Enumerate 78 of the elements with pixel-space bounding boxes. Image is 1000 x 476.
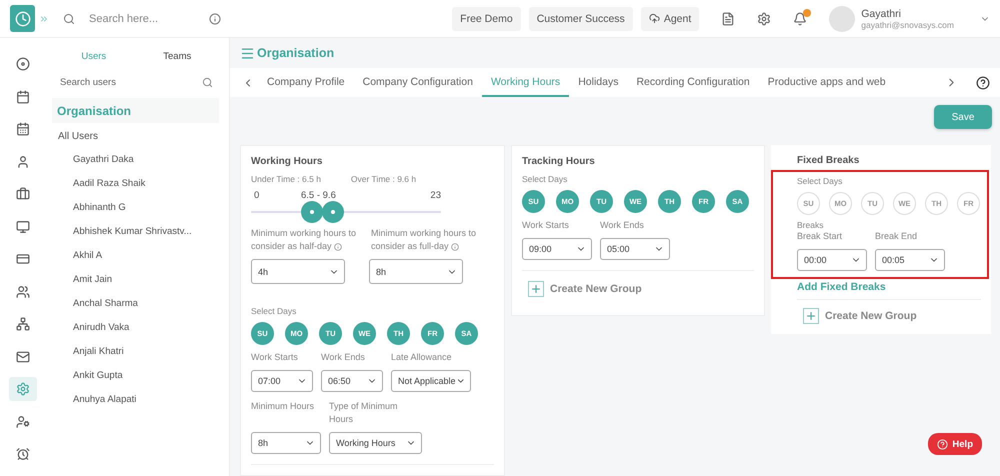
plus-icon [528,281,544,297]
user-item[interactable]: Anchal Sharma [52,292,219,316]
menu-icon[interactable] [240,46,255,60]
user-item[interactable]: Anirudh Vaka [52,316,219,340]
search-icon[interactable] [63,12,75,24]
user-item[interactable]: Ankit Gupta [52,364,219,388]
user-name: Gayathri [861,8,902,20]
field-label: Type of Minimum Hours [329,400,399,426]
cloud-icon [648,13,660,24]
user-item[interactable]: Anuhya Alapati [52,388,219,412]
user-item[interactable]: Anjali Khatri [52,340,219,364]
plus-icon [803,308,819,324]
tab[interactable]: Company Profile [258,68,354,97]
section-label: Select Days [522,174,568,184]
field-label: Minimum working hours to consider as full-day [371,227,478,253]
user-item[interactable]: Abhinanth G [52,196,219,220]
field-label: Late Allowance [391,351,453,364]
search-field[interactable]: Search here... [87,12,197,26]
dropdown[interactable]: 05:00 [600,238,670,260]
section-label: Select Days [251,306,298,316]
agent-button[interactable]: Agent [640,6,700,30]
dropdown[interactable]: 8h [251,432,321,454]
dropdown[interactable]: 00:00 [797,249,867,271]
slider-range: 6.5 - 9.6 [301,190,337,201]
user-item[interactable]: Aadil Raza Shaik [52,172,219,196]
dropdown[interactable]: 09:00 [522,238,592,260]
slider-min: 0 [253,190,260,201]
dropdown[interactable]: Not Applicable [391,370,471,392]
dropdown[interactable]: 4h [251,259,345,284]
over-time: Over Time : 9.6 h [350,174,416,184]
section-label: Breaks [797,220,824,230]
help-icon [937,438,948,450]
tab[interactable]: Holidays [569,68,628,97]
field-label: Break End [875,230,918,243]
header-button[interactable]: Free Demo [452,6,521,30]
header-button[interactable]: Customer Success [528,6,633,30]
user-item[interactable]: Gayathri Daka [52,148,219,172]
user-item[interactable]: Amit Jain [52,268,219,292]
user-item[interactable]: Abhishek Kumar Shrivastv... [52,220,219,244]
user-item[interactable]: Akhil A [52,244,219,268]
under-time: Under Time : 6.5 h [251,174,321,184]
slider-thumb[interactable] [322,201,344,223]
card-title: Tracking Hours [522,156,596,167]
dropdown[interactable]: 00:05 [875,249,945,271]
search-icon[interactable] [202,76,213,88]
dropdown[interactable]: 06:50 [321,370,383,392]
dropdown[interactable]: Working Hours [329,432,422,454]
info-icon[interactable] [334,242,342,251]
page-title: Organisation [257,46,334,60]
section-label: Select Days [797,176,844,186]
help-button[interactable]: Help [928,433,982,455]
field-label: Work Ends [321,351,366,364]
slider-thumb[interactable] [300,201,323,223]
user-email: gayathri@snovasys.com [861,20,954,30]
field-label: Work Starts [251,351,299,364]
slider-max: 23 [430,190,441,201]
dropdown[interactable]: 8h [369,259,463,284]
field-label: Work Starts [522,219,570,232]
info-icon[interactable] [209,12,221,24]
field-label: Break Start [797,230,844,243]
info-icon[interactable] [451,242,460,251]
avatar [829,6,856,32]
card-title: Fixed Breaks [797,155,860,166]
tab[interactable]: Productive apps and web [758,68,895,97]
sidebar-tab[interactable]: Teams [136,50,219,62]
dropdown[interactable]: 07:00 [251,370,313,392]
field-label: Minimum Hours [251,400,316,413]
tab[interactable]: Recording Configuration [627,68,759,97]
document-icon[interactable] [721,12,736,26]
field-label: Work Ends [600,219,645,232]
create-group-button[interactable]: Create New Group [797,308,981,324]
tab[interactable]: Company Configuration [354,68,482,97]
card-title: Working Hours [251,156,324,167]
field-label: Minimum working hours to consider as half-day [251,227,358,253]
app-logo[interactable] [10,5,35,32]
create-group-button[interactable]: Create New Group [522,281,754,297]
group-label[interactable]: All Users [52,123,219,148]
settings-icon[interactable] [757,12,772,26]
